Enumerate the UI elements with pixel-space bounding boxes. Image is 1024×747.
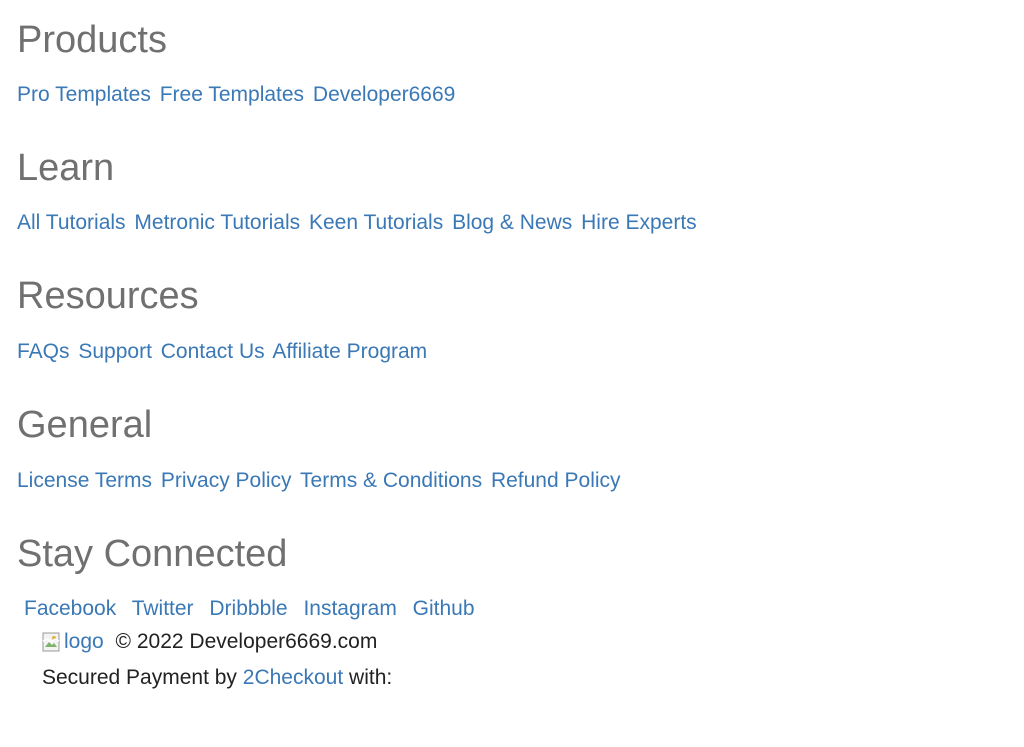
link-developer6669[interactable]: Developer6669 (313, 83, 455, 106)
link-instagram[interactable]: Instagram (303, 597, 396, 620)
link-free-templates[interactable]: Free Templates (160, 83, 304, 106)
broken-image-icon (42, 632, 60, 652)
link-pro-templates[interactable]: Pro Templates (17, 83, 151, 106)
learn-links: All Tutorials Metronic Tutorials Keen Tu… (17, 211, 700, 235)
link-support[interactable]: Support (78, 340, 152, 363)
link-license-terms[interactable]: License Terms (17, 469, 152, 492)
link-facebook[interactable]: Facebook (24, 597, 116, 620)
link-2checkout[interactable]: 2Checkout (243, 666, 343, 689)
copyright-text: © 2022 Developer6669.com (115, 630, 378, 653)
products-links: Pro Templates Free Templates Developer66… (17, 83, 458, 107)
section-title-general: General (17, 404, 153, 446)
link-contact-us[interactable]: Contact Us (161, 340, 265, 363)
copyright-line: logo © 2022 Developer6669.com (42, 630, 377, 654)
section-title-learn: Learn (17, 147, 115, 189)
payment-suffix: with: (343, 666, 393, 689)
logo-link[interactable]: logo (42, 630, 104, 654)
logo-alt-text: logo (64, 630, 104, 653)
link-privacy-policy[interactable]: Privacy Policy (161, 469, 292, 492)
payment-line: Secured Payment by 2Checkout with: (42, 666, 392, 690)
link-metronic-tutorials[interactable]: Metronic Tutorials (134, 211, 300, 234)
link-github[interactable]: Github (413, 597, 475, 620)
link-all-tutorials[interactable]: All Tutorials (17, 211, 126, 234)
section-title-stay-connected: Stay Connected (17, 533, 288, 575)
general-links: License Terms Privacy Policy Terms & Con… (17, 469, 624, 493)
social-links: Facebook Twitter Dribbble Instagram Gith… (24, 597, 485, 621)
link-blog-news[interactable]: Blog & News (452, 211, 572, 234)
section-title-resources: Resources (17, 275, 199, 317)
link-dribbble[interactable]: Dribbble (209, 597, 287, 620)
section-title-products: Products (17, 19, 167, 61)
link-faqs[interactable]: FAQs (17, 340, 70, 363)
link-affiliate-program[interactable]: Affiliate Program (272, 340, 427, 363)
payment-prefix: Secured Payment by (42, 666, 243, 689)
link-terms-conditions[interactable]: Terms & Conditions (300, 469, 482, 492)
link-refund-policy[interactable]: Refund Policy (491, 469, 621, 492)
link-hire-experts[interactable]: Hire Experts (581, 211, 697, 234)
resources-links: FAQs Support Contact Us Affiliate Progra… (17, 340, 430, 364)
link-twitter[interactable]: Twitter (132, 597, 194, 620)
link-keen-tutorials[interactable]: Keen Tutorials (309, 211, 443, 234)
